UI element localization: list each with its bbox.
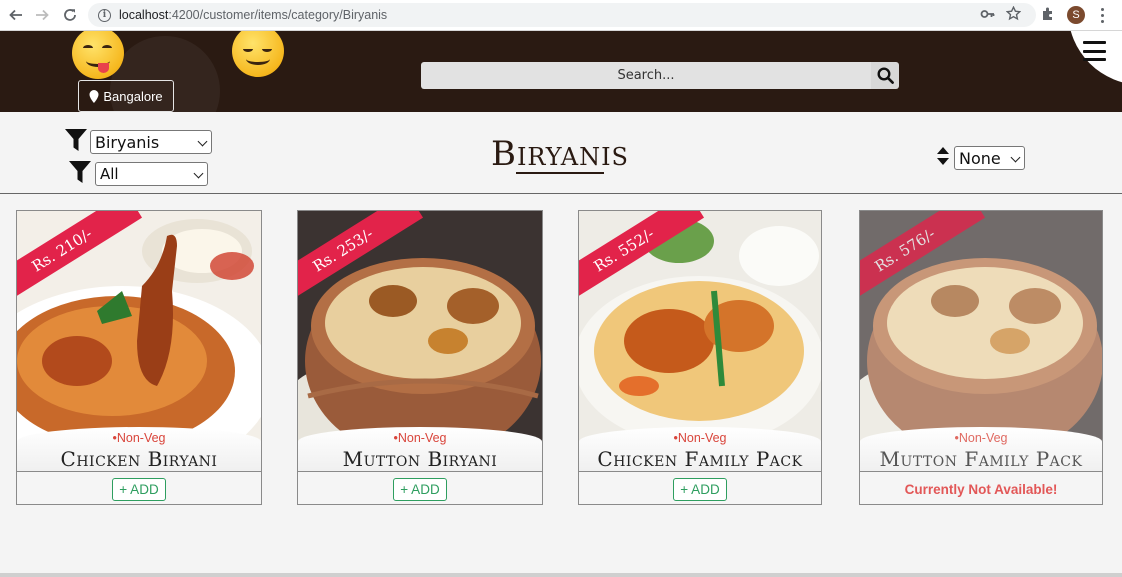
non-veg-tag: •Non-Veg bbox=[673, 431, 727, 445]
type-select-value: All bbox=[100, 165, 119, 183]
browser-menu-icon[interactable] bbox=[1097, 6, 1107, 24]
location-button[interactable]: Bangalore bbox=[78, 80, 174, 112]
halo-emoji-icon bbox=[232, 31, 284, 77]
product-card: Rs. 576/- •Non-Veg Mutton Family Pack Cu… bbox=[859, 210, 1103, 505]
filter-icon bbox=[69, 161, 91, 183]
extensions-icon[interactable] bbox=[1041, 6, 1056, 21]
item-name: Chicken Biryani bbox=[60, 447, 218, 471]
search-icon bbox=[876, 67, 894, 84]
sort-select-value: None bbox=[959, 148, 1001, 168]
filter-icon bbox=[65, 129, 87, 151]
search-input[interactable] bbox=[421, 62, 871, 89]
unavailable-message: Currently Not Available! bbox=[904, 481, 1058, 497]
non-veg-tag: •Non-Veg bbox=[112, 431, 166, 445]
mutton-biryani-image: Rs. 253/- bbox=[298, 211, 542, 456]
app-header: Bangalore bbox=[0, 31, 1122, 112]
mutton-family-pack-image: Rs. 576/- bbox=[860, 211, 1102, 456]
map-pin-icon bbox=[89, 89, 99, 103]
url-path: :4200/customer/items/category/Biryanis bbox=[168, 8, 388, 22]
type-select[interactable]: All bbox=[95, 162, 208, 186]
add-to-cart-button[interactable]: + ADD bbox=[393, 477, 447, 501]
key-icon[interactable] bbox=[980, 7, 995, 25]
product-card[interactable]: Rs. 253/- •Non-Veg Mutton Biryani + ADD bbox=[297, 210, 543, 505]
product-card[interactable]: Rs. 210/- •Non-Veg Chicken Biryani + ADD bbox=[16, 210, 262, 505]
hamburger-menu-icon[interactable] bbox=[1083, 41, 1106, 61]
forward-icon[interactable] bbox=[29, 2, 55, 28]
sort-select[interactable]: None bbox=[954, 146, 1025, 170]
non-veg-tag: •Non-Veg bbox=[954, 431, 1008, 445]
product-card[interactable]: Rs. 552/- •Non-Veg Chicken Family Pack +… bbox=[578, 210, 822, 505]
bookmark-star-icon[interactable] bbox=[1005, 5, 1022, 25]
reload-icon[interactable] bbox=[57, 2, 83, 28]
horizontal-scrollbar[interactable] bbox=[0, 573, 1122, 577]
card-footer: + ADD bbox=[17, 471, 261, 504]
item-name: Chicken Family Pack bbox=[597, 447, 803, 471]
filter-bar: Biryanis All Biryanis None bbox=[0, 112, 1122, 194]
add-to-cart-button[interactable]: + ADD bbox=[673, 477, 727, 501]
item-name: Mutton Family Pack bbox=[879, 447, 1083, 471]
back-icon[interactable] bbox=[3, 2, 29, 28]
site-info-icon[interactable]: i bbox=[98, 8, 111, 22]
non-veg-tag: •Non-Veg bbox=[393, 431, 447, 445]
card-footer: + ADD bbox=[298, 471, 542, 504]
chicken-family-pack-image: Rs. 552/- bbox=[579, 211, 821, 456]
item-name: Mutton Biryani bbox=[342, 447, 498, 471]
title-underline bbox=[516, 172, 604, 174]
browser-toolbar: i localhost:4200/customer/items/category… bbox=[0, 0, 1122, 31]
url-host: localhost bbox=[119, 8, 169, 22]
add-to-cart-button[interactable]: + ADD bbox=[112, 477, 166, 501]
address-bar[interactable]: i localhost:4200/customer/items/category… bbox=[88, 3, 1036, 27]
profile-avatar[interactable]: S bbox=[1067, 6, 1085, 24]
category-select[interactable]: Biryanis bbox=[90, 130, 212, 154]
search-button[interactable] bbox=[871, 62, 899, 89]
category-select-value: Biryanis bbox=[95, 132, 160, 152]
page-title: Biryanis bbox=[490, 134, 630, 174]
card-footer: Currently Not Available! bbox=[860, 471, 1102, 504]
location-label: Bangalore bbox=[103, 88, 163, 104]
chicken-biryani-image: Rs. 210/- bbox=[17, 211, 261, 456]
sort-icon bbox=[937, 147, 949, 165]
search-bar bbox=[421, 62, 899, 89]
card-footer: + ADD bbox=[579, 471, 821, 504]
